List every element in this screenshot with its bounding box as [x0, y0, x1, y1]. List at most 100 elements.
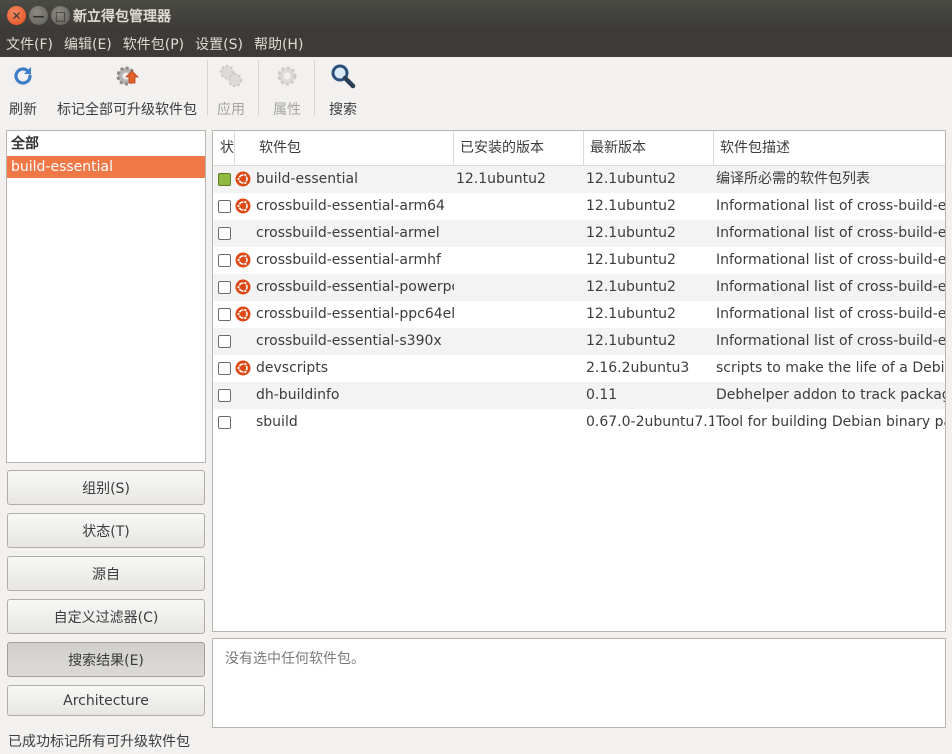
architecture-button[interactable]: Architecture [7, 685, 205, 716]
package-name-cell: crossbuild-essential-powerpc [256, 279, 454, 295]
package-checkbox[interactable] [218, 227, 231, 240]
title-bar: ✕ — □ 新立得包管理器 [0, 0, 952, 31]
table-row[interactable]: devscripts 2.16.2ubuntu3 scripts to make t… [213, 355, 945, 382]
latest-version-cell: 12.1ubuntu2 [586, 306, 676, 322]
installed-version-cell [456, 193, 584, 220]
description-cell: Informational list of cross-build-es [716, 198, 946, 214]
apply-button[interactable]: 应用 [214, 63, 248, 119]
refresh-button[interactable]: 刷新 [6, 63, 40, 119]
column-header-description[interactable]: 软件包描述 [714, 131, 945, 166]
column-header-status[interactable]: 状 [213, 131, 235, 166]
filter-item-build-essential[interactable]: build-essential [7, 156, 205, 178]
package-name-cell: crossbuild-essential-armhf [256, 252, 441, 268]
status-bar: 已成功标记所有可升级软件包 [0, 728, 952, 754]
menu-file[interactable]: 文件(F) [6, 34, 53, 54]
window-controls: ✕ — □ [7, 6, 70, 25]
description-cell: Tool for building Debian binary pa [716, 414, 946, 430]
latest-version-cell: 0.11 [586, 387, 618, 403]
package-checkbox[interactable] [218, 254, 231, 267]
table-row[interactable]: dh-buildinfo 0.11 Debhelper addon to track… [213, 382, 946, 409]
origin-button[interactable]: 源自 [7, 556, 205, 591]
description-cell: Informational list of cross-build-es [716, 225, 946, 241]
gears-apply-icon [218, 63, 244, 89]
window-title: 新立得包管理器 [73, 9, 171, 25]
menu-package[interactable]: 软件包(P) [123, 34, 184, 54]
table-row[interactable]: crossbuild-essential-ppc64el 12.1ubuntu2 I… [213, 301, 946, 328]
package-details-pane: 没有选中任何软件包。 [212, 638, 946, 728]
custom-filters-button[interactable]: 自定义过滤器(C) [7, 599, 205, 634]
search-results-button[interactable]: 搜索结果(E) [7, 642, 205, 677]
package-name-cell: crossbuild-essential-armel [256, 225, 440, 241]
mark-all-upgrades-button[interactable]: 标记全部可升级软件包 [52, 63, 202, 119]
table-row[interactable]: crossbuild-essential-arm64 12.1ubuntu2 Inf… [213, 193, 946, 220]
package-name-cell: devscripts [256, 360, 329, 376]
installed-version-cell [456, 328, 584, 355]
latest-version-cell: 2.16.2ubuntu3 [586, 360, 690, 376]
refresh-label: 刷新 [9, 102, 37, 118]
package-checkbox[interactable] [218, 335, 231, 348]
package-name-cell: crossbuild-essential-s390x [256, 333, 442, 349]
package-checkbox[interactable] [218, 308, 231, 321]
table-row[interactable]: crossbuild-essential-armel 12.1ubuntu2 Inf… [213, 220, 946, 247]
status-button[interactable]: 状态(T) [7, 513, 205, 548]
filter-list-header[interactable]: 全部 [7, 131, 205, 156]
menu-bar: 文件(F) 编辑(E) 软件包(P) 设置(S) 帮助(H) [0, 31, 952, 57]
table-row[interactable]: crossbuild-essential-powerpc 12.1ubuntu2 I… [213, 274, 945, 301]
close-window-button[interactable]: ✕ [7, 6, 26, 25]
mark-all-upgrades-label: 标记全部可升级软件包 [57, 102, 197, 118]
installed-version-cell [456, 274, 584, 301]
package-checkbox[interactable] [218, 200, 231, 213]
package-name-cell: sbuild [256, 414, 298, 430]
latest-version-cell: 12.1ubuntu2 [586, 252, 676, 268]
column-header-latest-version[interactable]: 最新版本 [584, 131, 714, 166]
refresh-icon [10, 63, 36, 89]
description-cell: Informational list of cross-build-es [716, 252, 946, 268]
table-row[interactable]: crossbuild-essential-s390x 12.1ubuntu2 Inf… [213, 328, 945, 355]
package-name-cell: crossbuild-essential-arm64 [256, 198, 445, 214]
package-name-cell: crossbuild-essential-ppc64el [256, 306, 454, 322]
gear-properties-icon [274, 63, 300, 89]
latest-version-cell: 0.67.0-2ubuntu7.1 [586, 414, 714, 430]
column-header-installed-version[interactable]: 已安装的版本 [454, 131, 584, 166]
menu-help[interactable]: 帮助(H) [254, 34, 303, 54]
toolbar-separator [207, 60, 208, 115]
filter-list: 全部 build-essential [6, 130, 206, 463]
latest-version-cell: 12.1ubuntu2 [586, 171, 676, 187]
package-name-cell: dh-buildinfo [256, 387, 340, 403]
installed-version-cell [456, 247, 584, 274]
description-cell: Debhelper addon to track package [716, 387, 946, 403]
no-selection-message: 没有选中任何软件包。 [225, 651, 365, 667]
package-checkbox[interactable] [218, 389, 231, 402]
menu-settings[interactable]: 设置(S) [195, 34, 243, 54]
toolbar-separator [314, 60, 315, 115]
toolbar-separator [258, 60, 259, 115]
package-checkbox[interactable] [218, 281, 231, 294]
latest-version-cell: 12.1ubuntu2 [586, 279, 676, 295]
properties-label: 属性 [273, 102, 301, 118]
table-row[interactable]: sbuild 0.67.0-2ubuntu7.1 Tool for building… [213, 409, 946, 436]
search-button[interactable]: 搜索 [326, 63, 360, 119]
latest-version-cell: 12.1ubuntu2 [586, 198, 676, 214]
installed-version-cell [456, 409, 584, 436]
installed-version-cell [456, 301, 584, 328]
column-header-package[interactable]: 软件包 [253, 131, 454, 166]
package-name-cell: build-essential [256, 171, 359, 187]
sections-button[interactable]: 组别(S) [7, 470, 205, 505]
description-cell: Informational list of cross-build-es [716, 306, 946, 322]
package-checkbox[interactable] [218, 173, 231, 186]
toolbar: 刷新 标记全部可升级软件包 应用 属性 搜索 [0, 57, 952, 121]
table-row[interactable]: crossbuild-essential-armhf 12.1ubuntu2 Inf… [213, 247, 946, 274]
gear-upgrade-icon [114, 63, 140, 89]
magnifier-icon [330, 63, 356, 89]
installed-version-cell [456, 355, 584, 382]
maximize-window-button[interactable]: □ [51, 6, 70, 25]
package-checkbox[interactable] [218, 362, 231, 375]
minimize-window-button[interactable]: — [29, 6, 48, 25]
properties-button[interactable]: 属性 [270, 63, 304, 119]
latest-version-cell: 12.1ubuntu2 [586, 333, 676, 349]
package-checkbox[interactable] [218, 416, 231, 429]
menu-edit[interactable]: 编辑(E) [64, 34, 112, 54]
package-table: 状 软件包 已安装的版本 最新版本 软件包描述 build-essential 1… [212, 130, 946, 632]
installed-version-cell [456, 220, 584, 247]
table-row[interactable]: build-essential 12.1ubuntu2 12.1ubuntu2 编译所… [213, 166, 945, 193]
